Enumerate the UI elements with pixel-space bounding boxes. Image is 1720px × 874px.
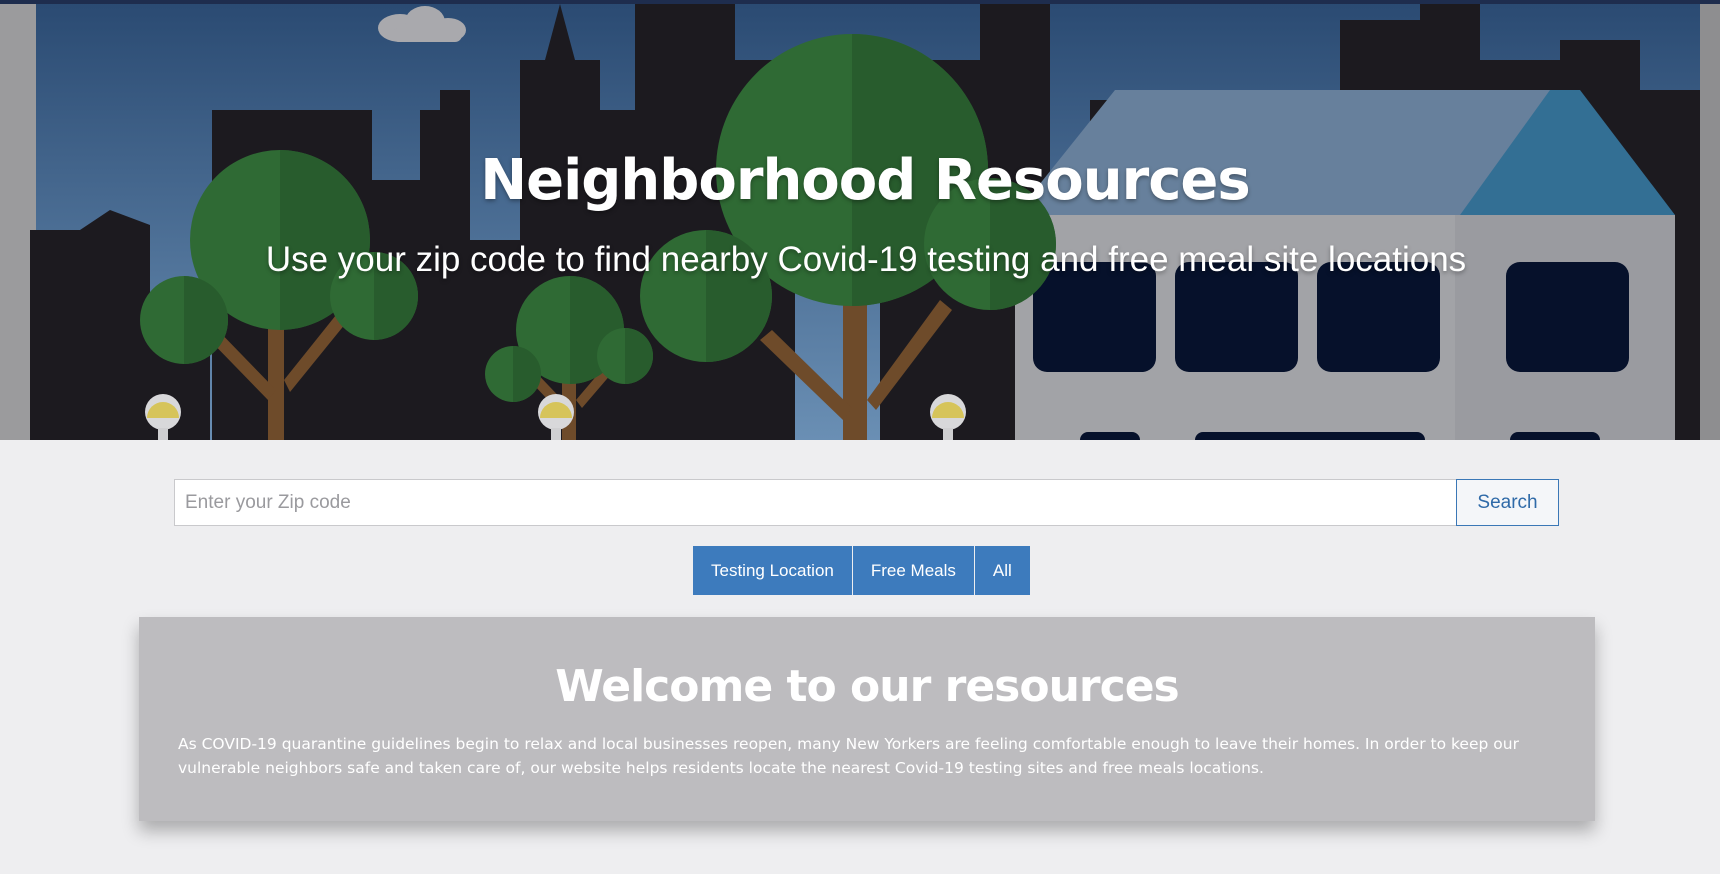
filter-free-meals-button[interactable]: Free Meals (852, 546, 974, 595)
page-title: Neighborhood Resources (480, 148, 1250, 213)
city-skyline-illustration (0, 0, 1720, 440)
hero-banner: Neighborhood Resources Use your zip code… (0, 0, 1720, 440)
welcome-card: Welcome to our resources As COVID-19 qua… (139, 617, 1595, 821)
filter-button-group: Testing Location Free Meals All (693, 546, 1030, 595)
search-button[interactable]: Search (1456, 479, 1559, 526)
zip-search-form: Search (174, 479, 1559, 526)
zip-code-input[interactable] (174, 479, 1456, 526)
page-subtitle: Use your zip code to find nearby Covid-1… (265, 240, 1467, 279)
welcome-text: As COVID-19 quarantine guidelines begin … (178, 735, 1519, 777)
welcome-title: Welcome to our resources (555, 661, 1179, 712)
filter-all-button[interactable]: All (974, 546, 1030, 595)
filter-testing-location-button[interactable]: Testing Location (693, 546, 852, 595)
